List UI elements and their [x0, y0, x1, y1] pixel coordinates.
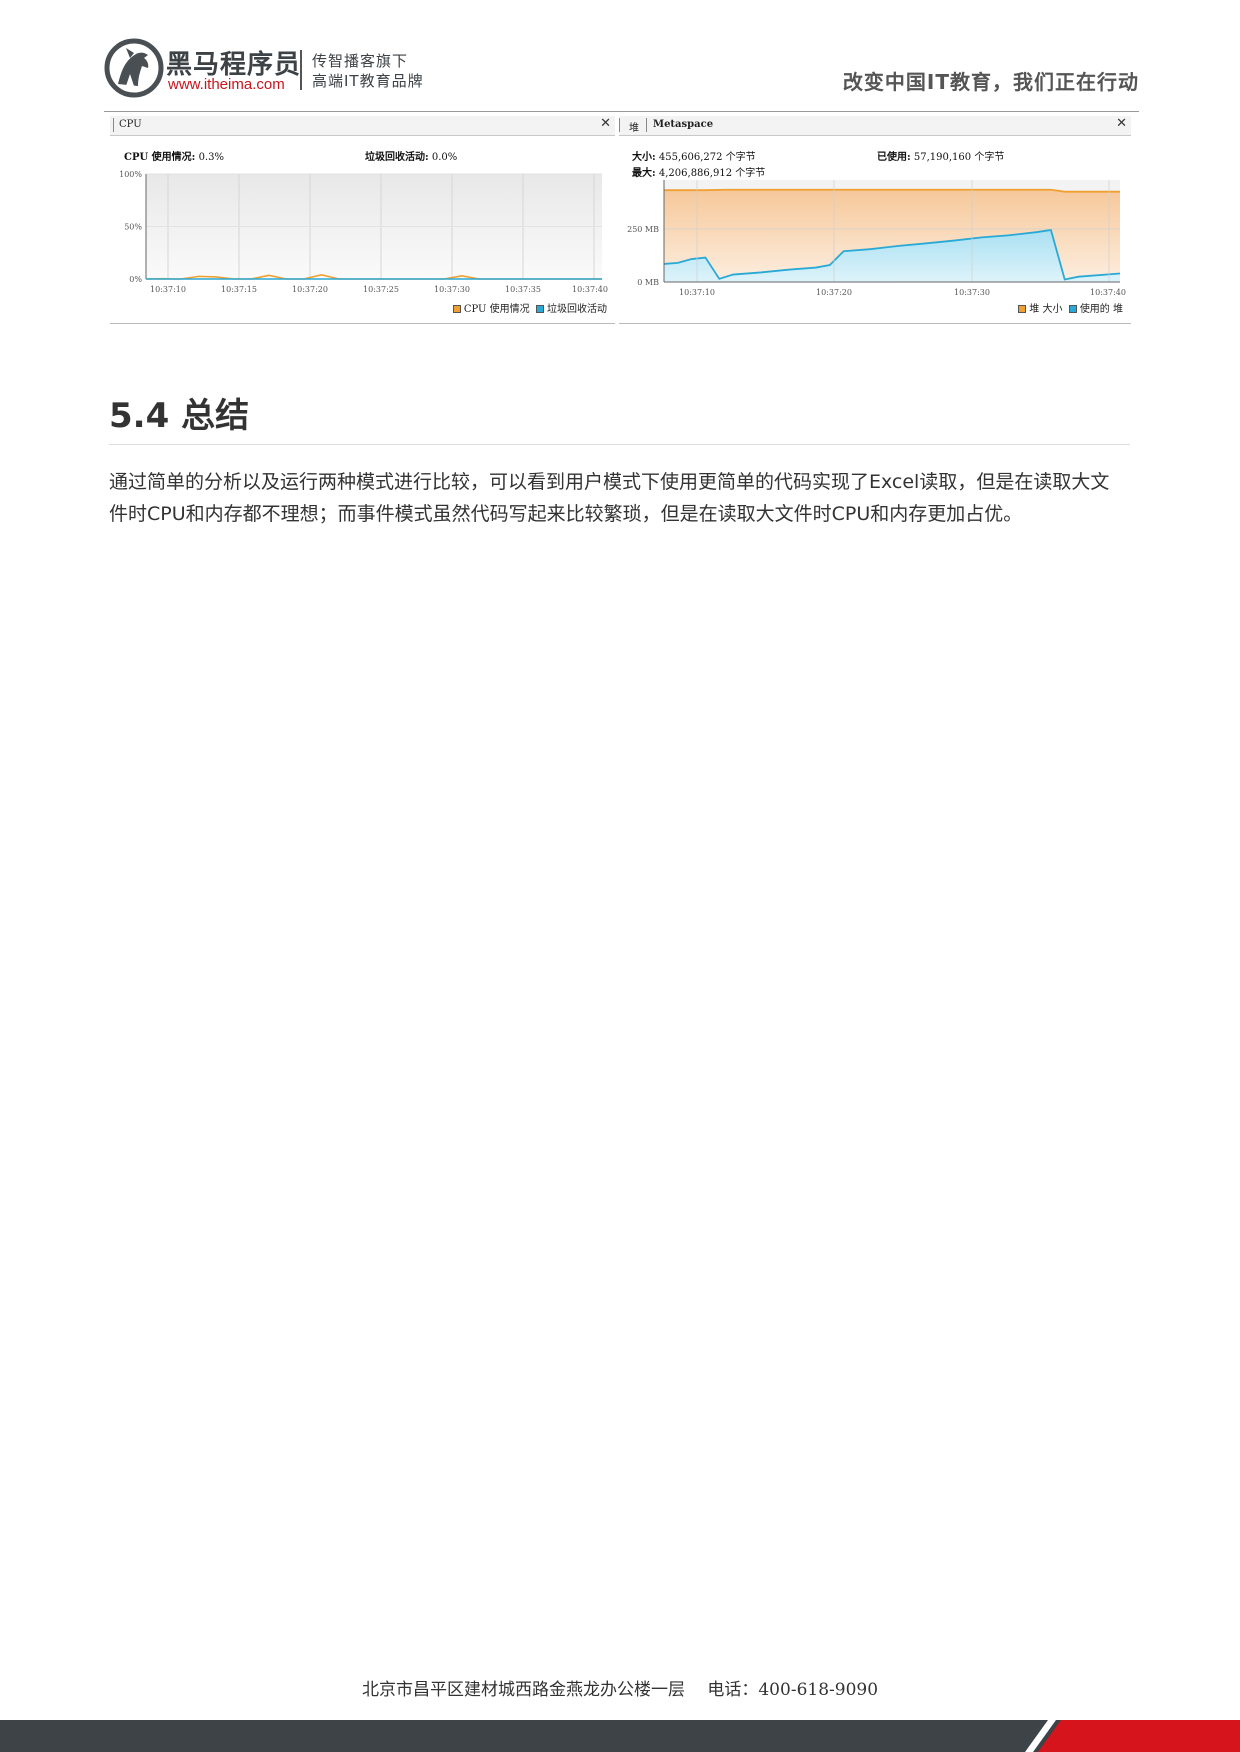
heap-size-label: 大小: [632, 152, 656, 163]
legend-swatch-gc [536, 305, 544, 313]
legend-label-heap-size: 堆 大小 [1029, 304, 1063, 315]
cpu-usage-value: 0.3% [198, 152, 224, 163]
cpu-y-tick-label: 0% [129, 275, 142, 284]
close-icon[interactable]: ✕ [600, 116, 611, 131]
legend-label-cpu: CPU 使用情况 [463, 304, 530, 315]
header-divider [104, 111, 1139, 112]
heap-used-value: 57,190,160 个字节 [913, 152, 1005, 163]
tab-separator [113, 118, 114, 132]
heap-x-tick-label: 10:37:40 [1090, 288, 1126, 297]
heap-x-tick-label: 10:37:30 [954, 288, 990, 297]
cpu-legend: CPU 使用情况 垃圾回收活动 [452, 300, 607, 315]
heap-x-tick-label: 10:37:20 [816, 288, 852, 297]
brand-url[interactable]: www.itheima.com [168, 76, 285, 93]
heap-size-stat: 大小: 455,606,272 个字节 [632, 148, 756, 163]
legend-swatch-cpu [452, 305, 461, 313]
cpu-y-tick-label: 50% [124, 223, 142, 232]
footer-red-band [1038, 1720, 1240, 1752]
section-divider [109, 444, 1130, 445]
tab-heap[interactable]: 堆 [629, 119, 639, 134]
brand-logo: 黑马程序员 www.itheima.com 传智播客旗下 高端IT教育品牌 [104, 38, 424, 100]
cpu-x-tick-label: 10:37:10 [150, 285, 186, 294]
cpu-x-tick-label: 10:37:20 [292, 285, 328, 294]
brand-slogan-line1: 传智播客旗下 [312, 52, 409, 70]
page-header: 黑马程序员 www.itheima.com 传智播客旗下 高端IT教育品牌 改变… [0, 0, 1240, 112]
heap-tab-bar: 堆 Metaspace ✕ [619, 116, 1131, 136]
heap-y-tick-label: 250 MB [627, 225, 659, 234]
heap-chart: 10:37:10 10:37:20 10:37:30 10:37:40 250 MB 0 … [627, 180, 1126, 297]
tab-cpu[interactable]: CPU [119, 119, 142, 130]
cpu-x-tick-label: 10:37:40 [572, 285, 608, 294]
cpu-chart: 10:37:10 10:37:15 10:37:20 10:37:25 10:37:30… [119, 170, 608, 294]
heap-size-value: 455,606,272 个字节 [658, 152, 756, 163]
cpu-x-tick-label: 10:37:25 [363, 285, 399, 294]
cpu-usage-label: CPU 使用情况: [124, 152, 196, 163]
heap-x-tick-label: 10:37:10 [679, 288, 715, 297]
gc-activity-stat: 垃圾回收活动: 0.0% [365, 148, 457, 163]
heap-legend: 堆 大小 使用的 堆 [1018, 300, 1123, 315]
panel-bottom-border [619, 323, 1131, 324]
legend-swatch-heap-size [1018, 305, 1027, 313]
footer-bar [0, 1720, 1240, 1752]
section-paragraph: 通过简单的分析以及运行两种模式进行比较，可以看到用户模式下使用更简单的代码实现了… [109, 471, 1110, 525]
panel-bottom-border [110, 323, 615, 324]
horse-logo-icon [104, 38, 164, 98]
section-title: 5.4 总结 [109, 396, 250, 436]
legend-label-gc: 垃圾回收活动 [547, 304, 607, 315]
brand-slogan-line2: 高端IT教育品牌 [312, 72, 424, 90]
cpu-usage-stat: CPU 使用情况: 0.3% [124, 148, 224, 163]
cpu-x-tick-label: 10:37:30 [434, 285, 470, 294]
legend-swatch-heap-used [1068, 305, 1077, 313]
gc-activity-value: 0.0% [431, 152, 458, 163]
brand-divider [300, 50, 302, 90]
header-motto: 改变中国IT教育，我们正在行动 [842, 70, 1139, 94]
cpu-tab-bar: CPU ✕ [110, 116, 615, 136]
legend-label-heap-used: 使用的 堆 [1079, 304, 1123, 315]
cpu-x-tick-label: 10:37:15 [221, 285, 257, 294]
heap-used-label: 已使用: [877, 152, 911, 163]
close-icon[interactable]: ✕ [1116, 116, 1127, 131]
cpu-y-tick-label: 100% [119, 170, 142, 179]
tab-metaspace[interactable]: Metaspace [653, 119, 713, 130]
cpu-x-tick-label: 10:37:35 [505, 285, 541, 294]
tab-separator [619, 118, 620, 132]
cpu-panel: CPU ✕ CPU 使用情况: 0.3% 垃圾回收活动: 0.0% 10:37:… [110, 116, 615, 324]
heap-y-tick-label: 0 MB [637, 278, 659, 287]
footer-address: 北京市昌平区建材城西路金燕龙办公楼一层 电话：400-618-9090 [361, 1680, 879, 1700]
heap-panel: 堆 Metaspace ✕ 大小: 455,606,272 个字节 已使用: 5… [619, 116, 1131, 324]
gc-activity-label: 垃圾回收活动: [365, 152, 429, 163]
heap-used-stat: 已使用: 57,190,160 个字节 [877, 148, 1004, 163]
tab-separator [646, 118, 647, 132]
